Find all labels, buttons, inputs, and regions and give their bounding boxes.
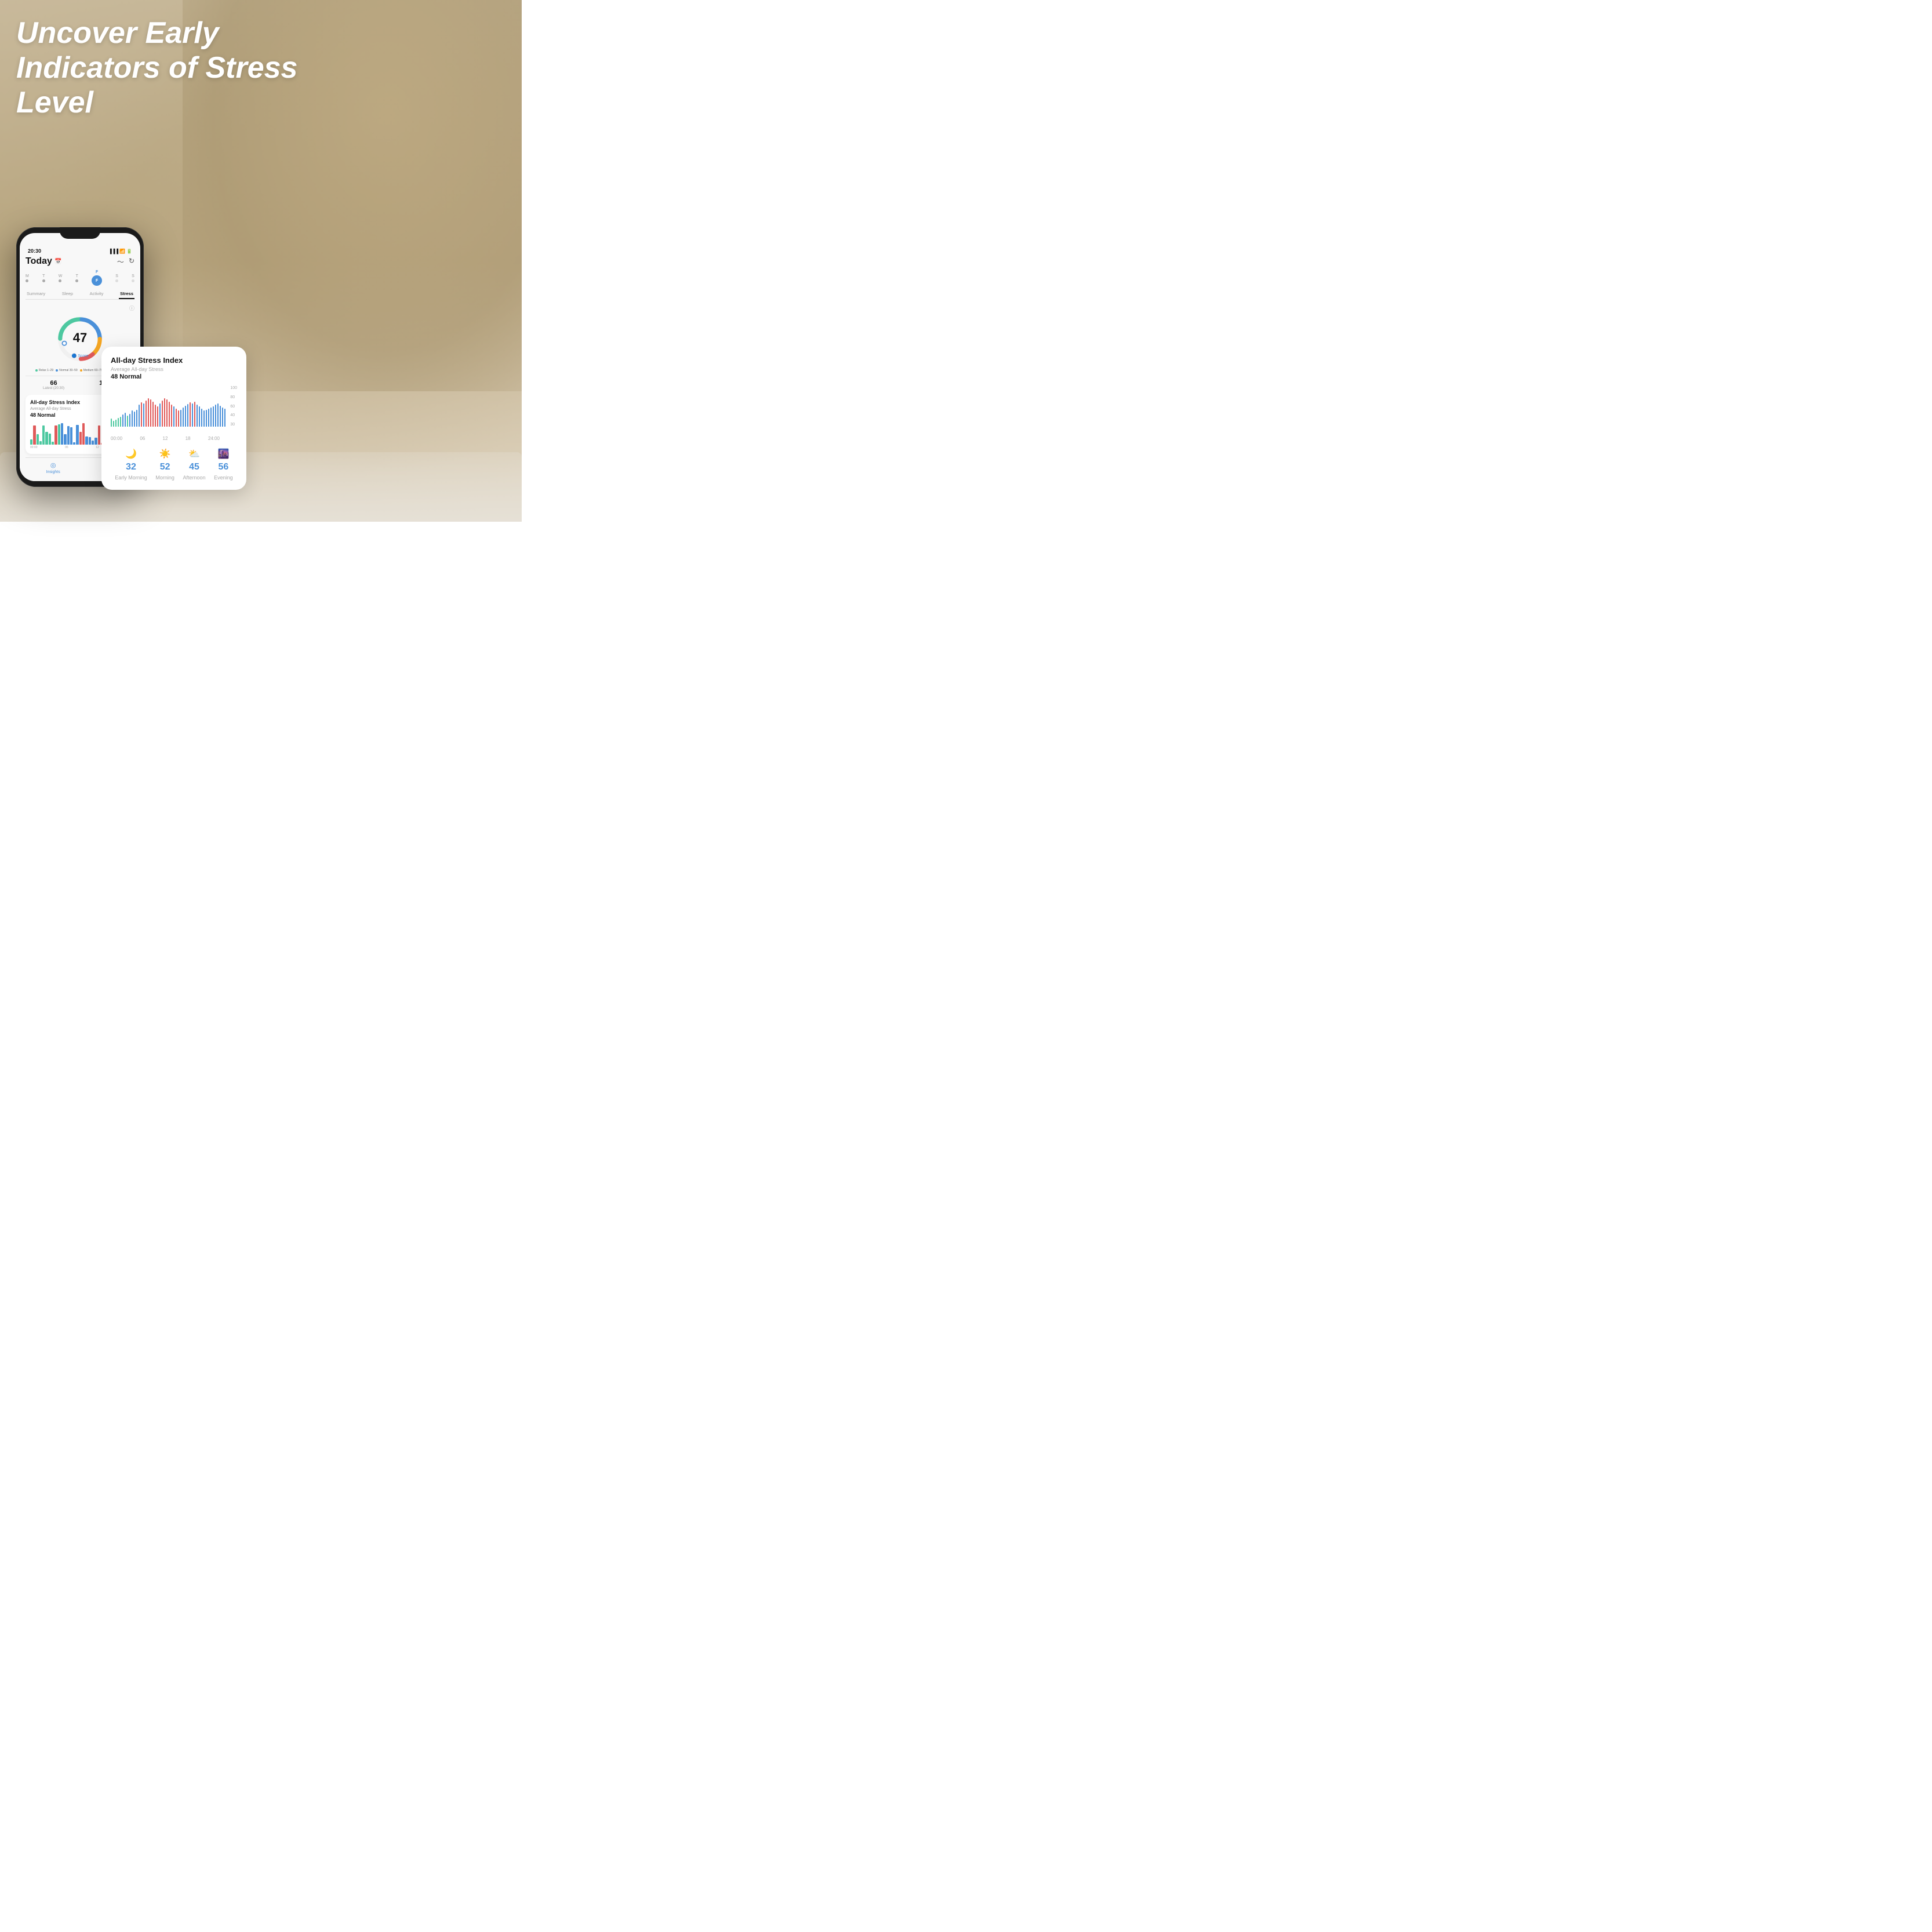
day-T2[interactable]: T <box>75 274 78 282</box>
early-morning-icon: 🌙 <box>125 448 137 460</box>
tabs-row: Summary Sleep Activity Stress <box>26 289 134 300</box>
status-icons: ▐▐▐ 📶 🔋 <box>108 249 132 254</box>
afternoon-label: Afternoon <box>183 475 206 481</box>
fc-value: 48 Normal <box>111 373 237 380</box>
info-icon[interactable]: ⓘ <box>129 304 134 312</box>
phone-notch <box>60 227 100 239</box>
afternoon-icon: ⛅ <box>188 448 200 460</box>
morning-icon: ☀️ <box>159 448 171 460</box>
time-slots: 🌙 32 Early Morning ☀️ 52 Morning ⛅ 45 Af… <box>111 448 237 481</box>
today-title: Today 📅 <box>26 256 61 267</box>
stress-gauge: 47 🔵 Score <box>54 313 106 365</box>
evening-label: Evening <box>214 475 233 481</box>
day-S1[interactable]: S <box>115 274 118 282</box>
fc-chart-bars <box>111 386 237 427</box>
slot-afternoon: ⛅ 45 Afternoon <box>183 448 206 481</box>
floating-stress-card: All-day Stress Index Average All-day Str… <box>101 347 246 490</box>
battery-icon: 🔋 <box>126 249 132 254</box>
morning-label: Morning <box>155 475 174 481</box>
legend-medium: Medium 60–79 <box>80 369 103 372</box>
fc-time-labels: 00:0006121824:00 <box>111 436 237 441</box>
day-T1[interactable]: T <box>42 274 45 282</box>
tab-sleep[interactable]: Sleep <box>61 289 74 299</box>
calendar-icon: 📅 <box>54 259 61 265</box>
day-W[interactable]: W <box>59 274 63 282</box>
nav-insights[interactable]: ◎ Insights <box>46 461 60 474</box>
day-S2[interactable]: S <box>132 274 134 282</box>
today-action-icons: 〜 ↻ <box>117 257 134 267</box>
tab-activity[interactable]: Activity <box>89 289 105 299</box>
gauge-score: 47 <box>73 330 87 345</box>
refresh-icon[interactable]: ↻ <box>129 257 134 267</box>
slot-morning: ☀️ 52 Morning <box>155 448 174 481</box>
legend-normal: Normal 30–59 <box>56 369 77 372</box>
evening-icon: 🌆 <box>217 448 229 460</box>
fc-y-labels: 100 80 60 40 30 <box>230 386 237 427</box>
slot-early-morning: 🌙 32 Early Morning <box>115 448 147 481</box>
slot-evening: 🌆 56 Evening <box>214 448 233 481</box>
signal-icon: ▐▐▐ <box>108 249 118 254</box>
fc-chart: 100 80 60 40 30 <box>111 386 237 432</box>
wifi-icon: 📶 <box>119 249 125 254</box>
early-morning-label: Early Morning <box>115 475 147 481</box>
today-row: Today 📅 〜 ↻ <box>26 256 134 267</box>
legend-relax: Relax 1–29 <box>35 369 53 372</box>
gauge-label: 🔵 Score <box>71 354 88 358</box>
early-morning-value: 32 <box>126 462 136 472</box>
afternoon-value: 45 <box>189 462 199 472</box>
day-F[interactable]: F F <box>92 270 102 286</box>
fc-title: All-day Stress Index <box>111 356 237 365</box>
days-row: M T W T F <box>26 270 134 286</box>
tab-summary[interactable]: Summary <box>26 289 46 299</box>
activity-icon[interactable]: 〜 <box>117 257 124 267</box>
status-time: 20:30 <box>28 248 41 254</box>
morning-value: 52 <box>160 462 170 472</box>
headline-line1: Uncover Early <box>16 16 306 51</box>
day-M[interactable]: M <box>26 274 29 282</box>
headline: Uncover Early Indicators of Stress Level <box>16 16 306 120</box>
insights-icon: ◎ <box>50 461 56 469</box>
fc-subtitle: Average All-day Stress <box>111 366 237 372</box>
evening-value: 56 <box>219 462 229 472</box>
tab-stress[interactable]: Stress <box>119 289 134 299</box>
latest-stat: 66 Latest (20:30) <box>43 380 64 390</box>
headline-line2: Indicators of Stress Level <box>16 51 306 121</box>
